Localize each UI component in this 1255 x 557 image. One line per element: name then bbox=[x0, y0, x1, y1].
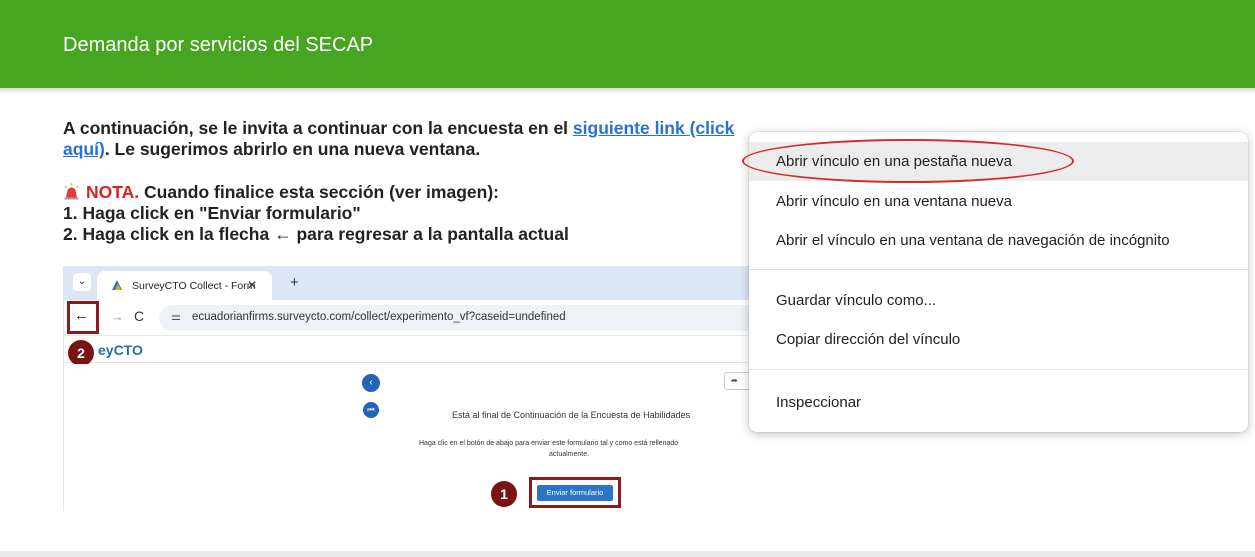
note-step-1: 1. Haga click en "Enviar formulario" bbox=[63, 203, 361, 223]
screenshot-logo-row bbox=[64, 337, 798, 363]
header-bar: Demanda por servicios del SECAP bbox=[0, 0, 1255, 88]
survey-link-part-1[interactable]: siguiente link (click bbox=[573, 118, 734, 138]
intro-line-1: A continuación, se le invita a continuar… bbox=[63, 118, 783, 139]
forward-arrow-icon: → bbox=[111, 309, 124, 324]
form-desc-line-1: Haga clic en el botón de abajo para envi… bbox=[419, 440, 679, 447]
form-desc-line-2: actualmente. bbox=[549, 451, 590, 458]
submit-button-highlight: Enviar formulario bbox=[529, 477, 621, 508]
menu-copy-link-address[interactable]: Copiar dirección del vínculo bbox=[749, 320, 1248, 359]
page: Demanda por servicios del SECAP A contin… bbox=[0, 0, 1255, 557]
embedded-screenshot: ⌄ SurveyCTO Collect - Form ✕ + ← → C ⚌ e… bbox=[63, 266, 798, 511]
screenshot-address-bar: ← → C ⚌ ecuadorianfirms.surveycto.com/co… bbox=[64, 300, 798, 336]
reload-icon: C bbox=[134, 308, 145, 324]
intro-text: A continuación, se le invita a continuar… bbox=[63, 118, 573, 138]
bottom-divider bbox=[0, 551, 1255, 557]
menu-separator bbox=[749, 269, 1248, 270]
new-tab-icon: + bbox=[290, 274, 299, 291]
chevron-left-icon: ‹ bbox=[362, 374, 380, 392]
menu-separator bbox=[749, 369, 1248, 370]
header-shadow bbox=[0, 88, 1255, 94]
siren-icon bbox=[64, 183, 79, 200]
menu-open-incognito[interactable]: Abrir el vínculo en una ventana de naveg… bbox=[749, 221, 1248, 260]
form-end-text: Está al final de Continuación de la Encu… bbox=[452, 410, 691, 420]
tab-list-icon: ⌄ bbox=[73, 273, 91, 291]
surveycto-favicon-icon bbox=[112, 280, 122, 290]
screenshot-tab-bar: ⌄ SurveyCTO Collect - Form ✕ + bbox=[64, 266, 798, 300]
note-step-2: 2. Haga click en la flecha ← para regres… bbox=[63, 224, 569, 244]
intro-line-2: aquí). Le sugerimos abrirlo en una nueva… bbox=[63, 139, 783, 160]
intro-text-rest: . Le sugerimos abrirlo en una nueva vent… bbox=[104, 139, 481, 159]
tab-title: SurveyCTO Collect - Form bbox=[132, 280, 256, 292]
menu-inspect[interactable]: Inspeccionar bbox=[749, 383, 1248, 422]
surveycto-logo: eyCTO bbox=[98, 342, 143, 358]
instructions: A continuación, se le invita a continuar… bbox=[63, 118, 783, 245]
note-heading: NOTA. Cuando finalice esta sección (ver … bbox=[63, 182, 783, 203]
page-title: Demanda por servicios del SECAP bbox=[63, 34, 374, 56]
submit-form-button: Enviar formulario bbox=[537, 485, 613, 501]
url-field: ⚌ ecuadorianfirms.surveycto.com/collect/… bbox=[159, 305, 798, 331]
note-text: Cuando finalice esta sección (ver imagen… bbox=[139, 182, 499, 202]
menu-open-new-window[interactable]: Abrir vínculo en una ventana nueva bbox=[749, 182, 1248, 221]
note-label: NOTA. bbox=[86, 182, 140, 202]
step-badge-1: 1 bbox=[491, 481, 517, 507]
first-page-icon: ⏮ bbox=[363, 402, 379, 418]
screenshot-tab: SurveyCTO Collect - Form ✕ bbox=[97, 271, 272, 300]
tab-close-icon: ✕ bbox=[247, 278, 258, 292]
back-arrow-icon: ← bbox=[74, 307, 89, 324]
menu-save-link-as[interactable]: Guardar vínculo como... bbox=[749, 281, 1248, 320]
step-badge-2: 2 bbox=[68, 340, 94, 366]
site-settings-icon: ⚌ bbox=[171, 311, 181, 323]
highlight-ellipse bbox=[742, 139, 1074, 183]
screenshot-form-area: ‹ ⏮ ➦ Está al final de Continuación de l… bbox=[64, 364, 798, 511]
url-text: ecuadorianfirms.surveycto.com/collect/ex… bbox=[192, 311, 566, 323]
survey-link-part-2[interactable]: aquí) bbox=[63, 139, 105, 159]
